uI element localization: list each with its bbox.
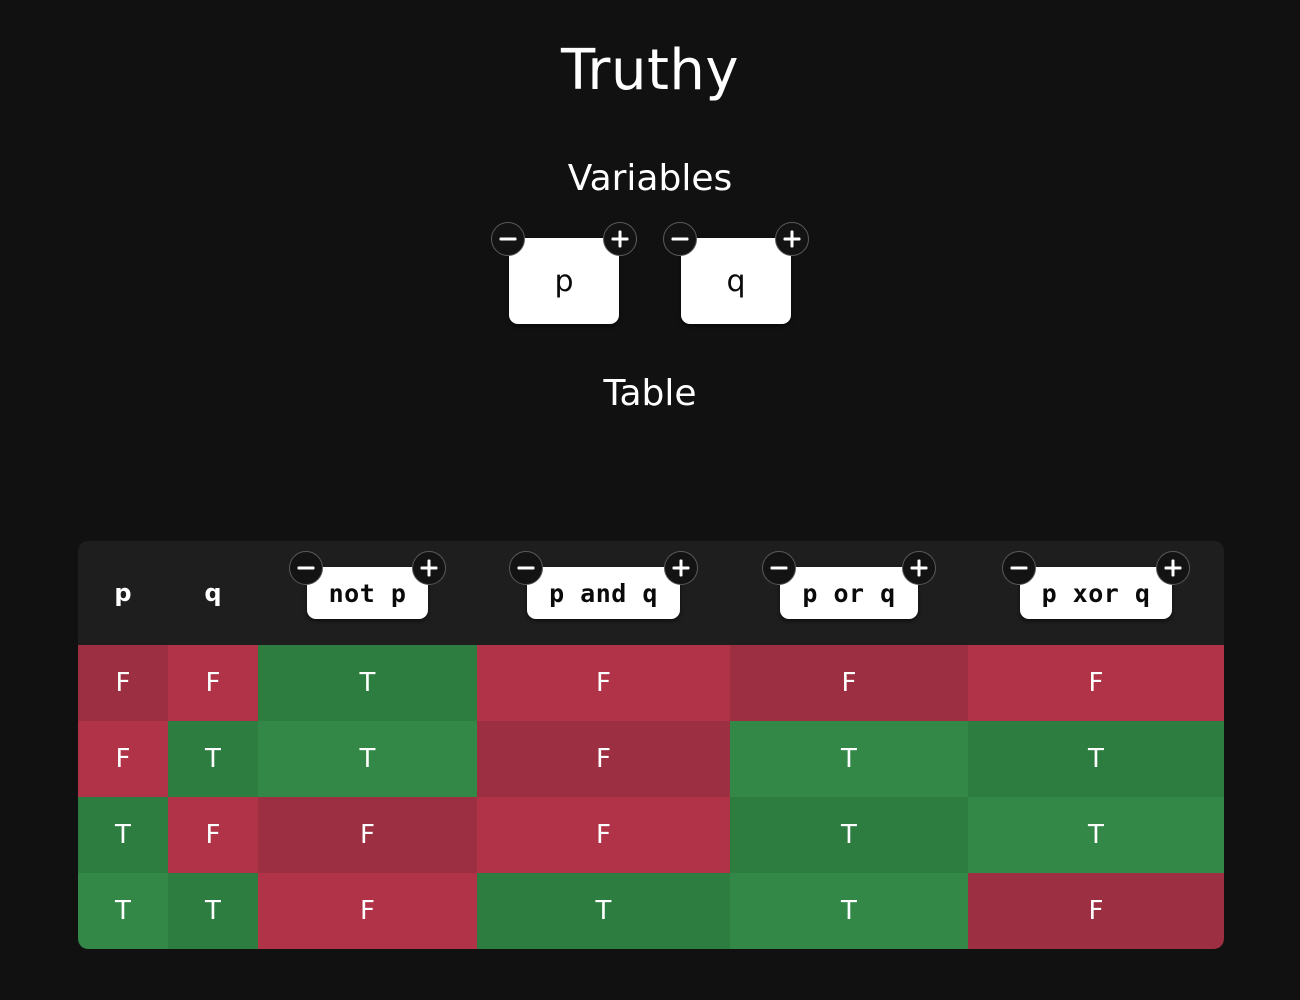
page-title: Truthy xyxy=(560,38,740,103)
column-header-not-p: not p xyxy=(258,541,477,645)
column-label-q: q xyxy=(204,579,222,607)
table-section-title: Table xyxy=(603,373,697,415)
expression-input[interactable]: p and q xyxy=(527,567,680,619)
expression-chip-wrap: p xor q xyxy=(1001,551,1191,619)
minus-circle-icon[interactable] xyxy=(509,551,544,585)
table-cell: T xyxy=(78,873,168,949)
column-label-p: p xyxy=(114,579,132,607)
expression-chip-wrap: not p xyxy=(288,551,447,619)
table-cell: T xyxy=(730,797,968,873)
plus-circle-icon[interactable] xyxy=(901,551,936,585)
table-cell: T xyxy=(78,797,168,873)
minus-circle-icon[interactable] xyxy=(288,551,323,585)
variable-chip-q: q xyxy=(663,222,809,325)
table-cell: T xyxy=(968,721,1224,797)
truth-table-head: p q not p p and q p or q p xor q xyxy=(78,541,1224,645)
minus-circle-icon[interactable] xyxy=(1001,551,1036,585)
table-cell: T xyxy=(730,873,968,949)
table-cell: F xyxy=(258,797,477,873)
table-cell: F xyxy=(968,645,1224,721)
table-cell: T xyxy=(258,645,477,721)
table-cell: F xyxy=(477,797,730,873)
expression-chip-wrap: p and q xyxy=(509,551,698,619)
minus-circle-icon[interactable] xyxy=(663,222,697,257)
table-cell: F xyxy=(968,873,1224,949)
table-row: FTTFTT xyxy=(78,721,1224,797)
table-row: FFTFFF xyxy=(78,645,1224,721)
table-cell: T xyxy=(168,721,258,797)
expression-input[interactable]: p or q xyxy=(780,567,918,619)
table-cell: T xyxy=(968,797,1224,873)
column-header-q: q xyxy=(168,541,258,645)
column-header-p: p xyxy=(78,541,168,645)
plus-circle-icon[interactable] xyxy=(1156,551,1191,585)
table-cell: F xyxy=(477,645,730,721)
truth-table-body: FFTFFFFTTFTTTFFFTTTTFTTF xyxy=(78,645,1224,949)
table-cell: F xyxy=(477,721,730,797)
variable-chip-p: p xyxy=(491,222,637,325)
table-cell: T xyxy=(477,873,730,949)
variable-name-p[interactable]: p xyxy=(509,238,619,325)
table-cell: F xyxy=(258,873,477,949)
plus-circle-icon[interactable] xyxy=(663,551,698,585)
table-cell: T xyxy=(730,721,968,797)
plus-circle-icon[interactable] xyxy=(603,222,637,257)
table-row: TFFFTT xyxy=(78,797,1224,873)
table-cell: F xyxy=(78,645,168,721)
table-cell: T xyxy=(168,873,258,949)
table-cell: F xyxy=(730,645,968,721)
app-root: Truthy Variables p q Table p q not p p a… xyxy=(0,0,1300,1000)
column-header-p-or-q: p or q xyxy=(730,541,968,645)
table-header-row: p q not p p and q p or q p xor q xyxy=(78,541,1224,645)
plus-circle-icon[interactable] xyxy=(775,222,809,257)
table-cell: T xyxy=(258,721,477,797)
table-cell: F xyxy=(168,797,258,873)
table-row: TTFTTF xyxy=(78,873,1224,949)
plus-circle-icon[interactable] xyxy=(412,551,447,585)
expression-chip-wrap: p or q xyxy=(762,551,936,619)
column-header-p-and-q: p and q xyxy=(477,541,730,645)
expression-input[interactable]: not p xyxy=(306,567,429,619)
table-cell: F xyxy=(168,645,258,721)
expression-input[interactable]: p xor q xyxy=(1019,567,1173,619)
variables-section-title: Variables xyxy=(567,157,733,199)
variables-list: p q xyxy=(0,198,1300,325)
minus-circle-icon[interactable] xyxy=(491,222,525,257)
variable-name-q[interactable]: q xyxy=(681,238,791,325)
truth-table-container: p q not p p and q p or q p xor q F F T F… xyxy=(78,541,1224,949)
truth-table: p q not p p and q p or q p xor q F F T F… xyxy=(78,541,1224,949)
table-cell: F xyxy=(78,721,168,797)
column-header-p-xor-q: p xor q xyxy=(968,541,1224,645)
